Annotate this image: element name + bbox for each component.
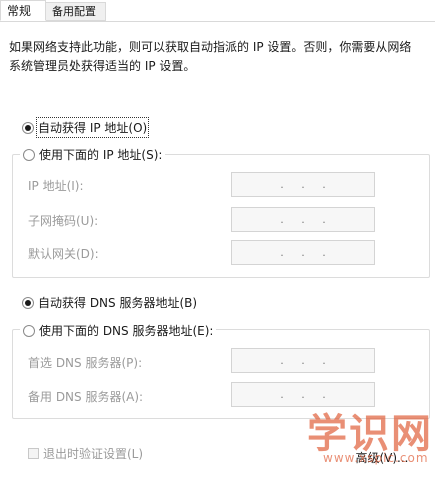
preferred-dns-field[interactable]: . . . <box>231 348 375 373</box>
tab-general[interactable]: 常规 <box>0 0 46 21</box>
alternate-dns-field[interactable]: . . . <box>231 382 375 407</box>
validate-on-exit-checkbox[interactable] <box>28 448 39 459</box>
alternate-dns-value: . . . <box>280 388 326 401</box>
dns-manual-radio[interactable] <box>23 324 35 337</box>
validate-on-exit-option[interactable]: 退出时验证设置(L) <box>28 445 143 462</box>
ip-auto-option[interactable]: 自动获得 IP 地址(O) <box>22 117 150 138</box>
advanced-button[interactable]: 高级(V)... <box>342 447 422 469</box>
dns-auto-option[interactable]: 自动获得 DNS 服务器地址(B) <box>22 294 197 311</box>
preferred-dns-label: 首选 DNS 服务器(P): <box>28 356 143 370</box>
validate-on-exit-label: 退出时验证设置(L) <box>43 447 144 461</box>
preferred-dns-value: . . . <box>280 354 326 367</box>
default-gateway-value: . . . <box>280 246 326 259</box>
dns-auto-radio[interactable] <box>22 296 34 309</box>
ip-manual-option[interactable]: 使用下面的 IP 地址(S): <box>20 146 166 163</box>
dns-auto-label: 自动获得 DNS 服务器地址(B) <box>38 296 198 310</box>
tab-strip: 常规 备用配置 <box>0 0 435 22</box>
ip-address-value: . . . <box>280 178 326 191</box>
default-gateway-label: 默认网关(D): <box>28 247 99 261</box>
subnet-mask-value: . . . <box>280 213 326 226</box>
subnet-mask-label: 子网掩码(U): <box>28 214 99 228</box>
ip-address-field[interactable]: . . . <box>231 172 375 197</box>
ip-auto-label: 自动获得 IP 地址(O) <box>35 117 150 138</box>
tab-alternate-configuration[interactable]: 备用配置 <box>46 2 106 21</box>
ip-manual-radio[interactable] <box>23 148 35 161</box>
intro-text: 如果网络支持此功能，则可以获取自动指派的 IP 设置。否则，你需要从网络系统管理… <box>9 40 412 73</box>
ip-auto-radio[interactable] <box>22 121 34 134</box>
ip-address-label: IP 地址(I): <box>28 179 84 193</box>
dns-manual-label: 使用下面的 DNS 服务器地址(E): <box>39 324 214 338</box>
default-gateway-field[interactable]: . . . <box>231 240 375 265</box>
subnet-mask-field[interactable]: . . . <box>231 207 375 232</box>
dns-manual-option[interactable]: 使用下面的 DNS 服务器地址(E): <box>20 322 217 339</box>
ip-manual-label: 使用下面的 IP 地址(S): <box>39 148 163 162</box>
alternate-dns-label: 备用 DNS 服务器(A): <box>28 390 144 404</box>
